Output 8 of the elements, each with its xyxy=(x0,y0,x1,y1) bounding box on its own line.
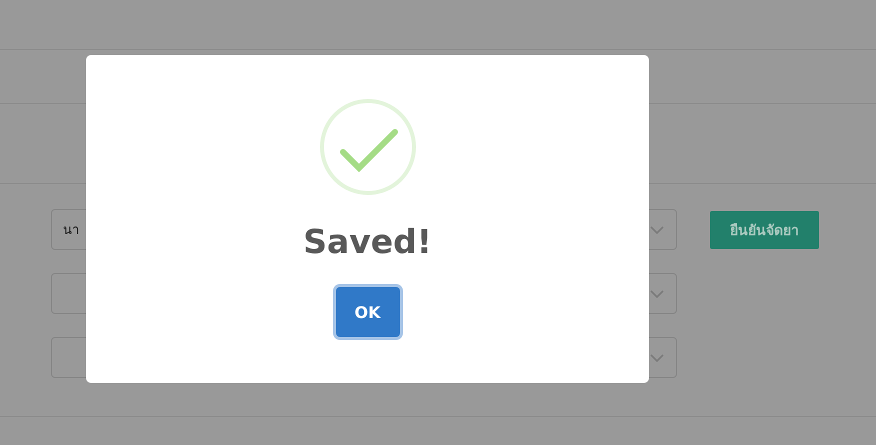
chevron-down-icon xyxy=(650,226,664,234)
check-circle-icon xyxy=(318,98,416,196)
confirm-button[interactable]: ยืนยันจัดยา xyxy=(710,211,819,249)
field-value: นา xyxy=(63,222,79,240)
ok-button[interactable]: OK xyxy=(336,287,400,337)
chevron-down-icon xyxy=(650,354,664,362)
chevron-down-icon xyxy=(650,290,664,298)
dialog-title: Saved! xyxy=(303,222,432,261)
